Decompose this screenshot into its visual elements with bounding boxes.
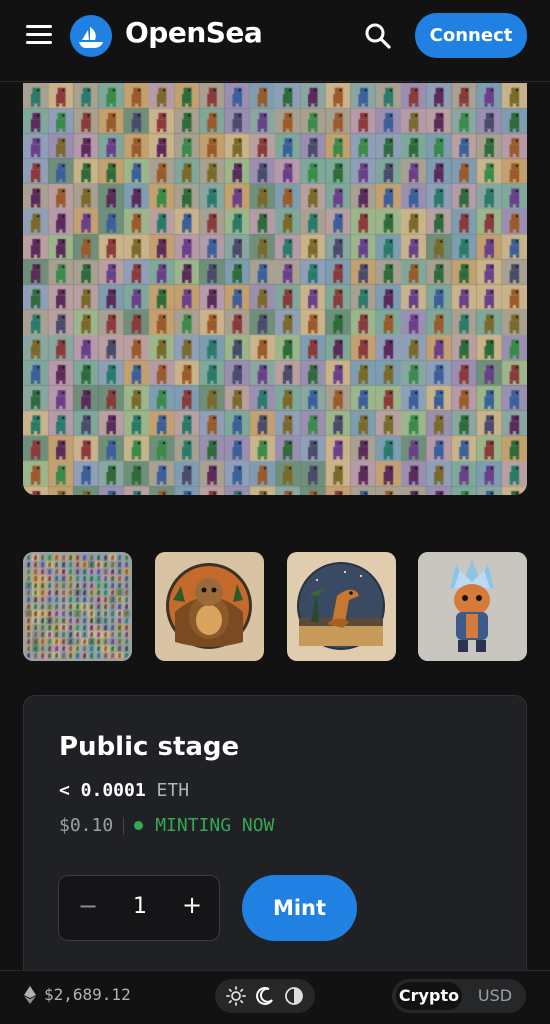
pixel-grid-thumbnail — [25, 554, 130, 659]
price-value: < 0.0001 — [59, 780, 146, 801]
mint-status-row: $0.10 MINTING NOW — [59, 815, 274, 836]
sun-icon[interactable] — [224, 984, 248, 1008]
currency-crypto-option[interactable]: Crypto — [396, 982, 462, 1010]
dino-sunset-image — [297, 562, 385, 650]
currency-usd-option[interactable]: USD — [470, 982, 520, 1010]
connect-button[interactable]: Connect — [415, 13, 527, 58]
footer-bar: $2,689.12 Crypto USD — [0, 970, 550, 1024]
mint-price: < 0.0001 ETH — [59, 780, 189, 801]
contrast-icon[interactable] — [282, 984, 306, 1008]
mint-card: Public stage < 0.0001 ETH $0.10 MINTING … — [23, 695, 527, 995]
currency-toggle: Crypto USD — [392, 979, 526, 1013]
brand-name[interactable]: OpenSea — [125, 16, 263, 49]
top-nav-bar: OpenSea Connect — [0, 0, 550, 82]
divider — [123, 816, 125, 835]
search-icon[interactable] — [364, 22, 392, 50]
ethereum-icon — [24, 985, 36, 1004]
theme-switcher — [215, 979, 315, 1013]
thumbnail-dino-shell[interactable] — [155, 552, 264, 661]
quantity-stepper: − 1 + — [58, 875, 220, 941]
dino-shell-image — [166, 563, 252, 649]
thumbnail-dino-sunset[interactable] — [287, 552, 396, 661]
moon-icon[interactable] — [253, 984, 277, 1008]
pixel-dinosaur-grid — [23, 83, 527, 495]
thumbnail-dino-crystal-hood[interactable] — [418, 552, 527, 661]
status-dot-icon — [134, 821, 144, 830]
status-label: MINTING NOW — [155, 815, 275, 836]
quantity-value[interactable]: 1 — [125, 894, 155, 919]
menu-icon[interactable] — [26, 25, 52, 47]
thumbnail-collection-grid[interactable] — [23, 552, 132, 661]
usd-price: $0.10 — [59, 815, 114, 836]
decrease-button[interactable]: − — [73, 892, 103, 924]
eth-price-value: $2,689.12 — [44, 985, 131, 1004]
opensea-logo[interactable] — [70, 15, 112, 57]
stage-title: Public stage — [59, 732, 240, 762]
collection-hero-image — [23, 83, 527, 495]
increase-button[interactable]: + — [177, 891, 207, 923]
dino-crystal-hood-image — [418, 552, 527, 661]
eth-price-ticker: $2,689.12 — [24, 985, 131, 1004]
mint-button[interactable]: Mint — [242, 875, 357, 941]
price-unit: ETH — [156, 780, 190, 801]
